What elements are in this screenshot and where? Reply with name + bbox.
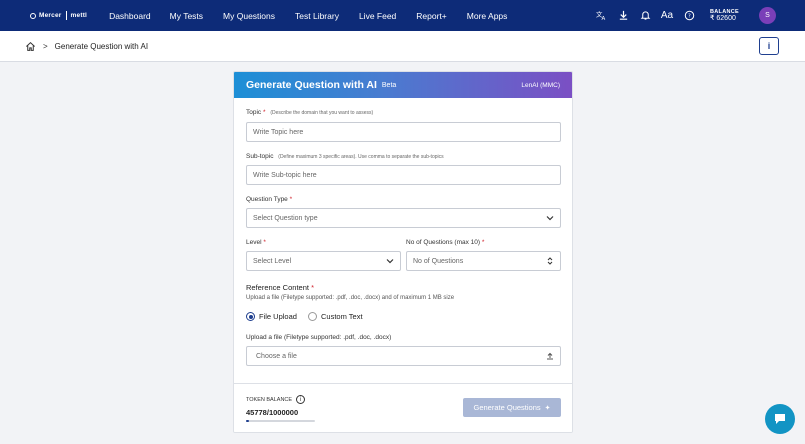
info-icon[interactable]: i — [296, 395, 306, 404]
subtopic-input[interactable]: Write Sub-topic here — [246, 165, 561, 185]
balance-value: ₹ 62600 — [710, 14, 736, 22]
card-header: Generate Question with AI Beta LenAI (MM… — [234, 72, 572, 98]
card-footer: TOKEN BALANCE i 45778/1000000 Generate Q… — [234, 383, 572, 432]
radio-file-upload[interactable]: File Upload — [246, 312, 297, 321]
topic-label: Topic * (Describe the domain that you wa… — [246, 109, 374, 116]
nav-item-my-questions[interactable]: My Questions — [223, 11, 275, 21]
nav-item-my-tests[interactable]: My Tests — [170, 11, 203, 21]
mercer-logo-icon — [30, 12, 36, 19]
upload-icon[interactable] — [546, 352, 554, 360]
question-type-label: Question Type * — [246, 196, 293, 203]
logo-divider — [65, 11, 67, 20]
file-upload-input[interactable]: Choose a file — [246, 346, 561, 366]
question-type-select[interactable]: Select Question type — [246, 208, 561, 228]
chevron-down-icon — [386, 259, 394, 264]
num-questions-input[interactable]: No of Questions — [406, 251, 561, 271]
info-button[interactable]: i — [759, 37, 779, 55]
bell-icon[interactable] — [638, 9, 652, 23]
balance-display: BALANCE ₹ 62600 — [710, 9, 739, 23]
token-balance-label: TOKEN BALANCE i — [246, 395, 306, 404]
topic-hint: (Describe the domain that you want to as… — [270, 110, 374, 116]
radio-selected-icon — [246, 312, 255, 321]
generate-question-card: Generate Question with AI Beta LenAI (MM… — [233, 71, 573, 433]
provider-label: LenAI (MMC) — [521, 81, 560, 89]
radio-custom-text[interactable]: Custom Text — [308, 312, 363, 321]
translate-icon[interactable]: 文A — [594, 9, 608, 23]
nav-right-tools: 文A Aa ? BALANCE ₹ 62600 S — [594, 0, 805, 31]
chevron-down-icon — [546, 216, 554, 221]
reference-content-hint: Upload a file (Filetype supported: .pdf,… — [246, 295, 455, 301]
main-nav: Dashboard My Tests My Questions Test Lib… — [109, 11, 527, 21]
stepper-icon[interactable] — [546, 257, 554, 265]
avatar[interactable]: S — [759, 7, 776, 24]
brand-sub: mettl — [70, 12, 88, 19]
chat-button[interactable] — [765, 404, 795, 434]
generate-questions-button[interactable]: Generate Questions ✦ — [463, 398, 561, 417]
token-progress-bar — [246, 420, 315, 422]
card-title: Generate Question with AI — [246, 79, 377, 91]
balance-label: BALANCE — [710, 8, 739, 15]
upload-label: Upload a file (Filetype supported: .pdf,… — [246, 334, 392, 341]
page-title: Generate Question with AI — [54, 41, 149, 51]
topic-input[interactable]: Write Topic here — [246, 122, 561, 142]
download-icon[interactable] — [616, 9, 630, 23]
nav-item-report-plus[interactable]: Report+ — [416, 11, 446, 21]
nav-item-test-library[interactable]: Test Library — [295, 11, 339, 21]
nav-item-live-feed[interactable]: Live Feed — [359, 11, 396, 21]
svg-text:A: A — [601, 16, 605, 21]
font-size-icon[interactable]: Aa — [660, 9, 674, 23]
token-balance-value: 45778/1000000 — [246, 408, 299, 417]
num-questions-label: No of Questions (max 10) * — [406, 239, 485, 246]
level-select[interactable]: Select Level — [246, 251, 401, 271]
brand-name: Mercer — [39, 12, 62, 19]
brand-logo[interactable]: Mercer mettl — [30, 11, 87, 20]
radio-unselected-icon — [308, 312, 317, 321]
breadcrumb: > Generate Question with AI i — [0, 31, 805, 62]
level-label: Level * — [246, 239, 266, 246]
top-nav-bar: Mercer mettl Dashboard My Tests My Quest… — [0, 0, 805, 31]
nav-item-more-apps[interactable]: More Apps — [467, 11, 508, 21]
help-icon[interactable]: ? — [682, 9, 696, 23]
token-progress-fill — [246, 420, 250, 422]
breadcrumb-separator: > — [43, 41, 48, 51]
reference-content-title: Reference Content * — [246, 283, 314, 292]
svg-text:?: ? — [687, 14, 690, 20]
nav-item-dashboard[interactable]: Dashboard — [109, 11, 151, 21]
sparkle-icon: ✦ — [544, 404, 551, 412]
chat-icon — [775, 414, 785, 424]
subtopic-hint: (Define maximum 3 specific areas). Use c… — [278, 154, 444, 160]
subtopic-label: Sub-topic (Define maximum 3 specific are… — [246, 153, 444, 160]
beta-badge: Beta — [381, 81, 397, 89]
home-icon[interactable] — [25, 41, 36, 52]
